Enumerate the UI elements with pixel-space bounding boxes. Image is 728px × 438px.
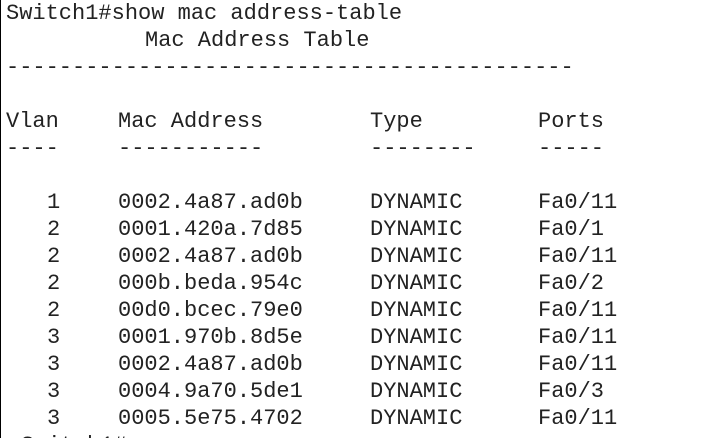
table-row: 2 0002.4a87.ad0b DYNAMIC Fa0/11 — [1, 243, 728, 270]
cell-port: Fa0/3 — [538, 379, 605, 404]
header-vlan: Vlan — [6, 109, 59, 134]
cell-vlan: 3 — [47, 352, 61, 377]
rule-ports: ----- — [538, 136, 605, 161]
cell-type: DYNAMIC — [370, 190, 463, 215]
cell-port: Fa0/11 — [538, 406, 618, 431]
header-mac-address: Mac Address — [118, 109, 264, 134]
command-line: Switch1#show mac address-table — [6, 1, 403, 26]
cell-port: Fa0/2 — [538, 271, 605, 296]
header-rule-row: ---- ----------- -------- ----- — [1, 135, 728, 162]
cell-vlan: 2 — [47, 298, 61, 323]
terminal-window[interactable]: Switch1#show mac address-table Mac Addre… — [0, 0, 728, 438]
cell-port: Fa0/1 — [538, 217, 605, 242]
cell-mac-address: 0001.970b.8d5e — [118, 325, 303, 350]
rule-mac-address: ----------- — [118, 136, 264, 161]
cell-mac-address: 0002.4a87.ad0b — [118, 244, 303, 269]
table-title: Mac Address Table — [145, 28, 370, 53]
cell-type: DYNAMIC — [370, 379, 463, 404]
cell-port: Fa0/11 — [538, 244, 618, 269]
cell-type: DYNAMIC — [370, 244, 463, 269]
cell-port: Fa0/11 — [538, 325, 618, 350]
table-row: 3 0004.9a70.5de1 DYNAMIC Fa0/3 — [1, 378, 728, 405]
cell-type: DYNAMIC — [370, 352, 463, 377]
cell-mac-address: 0002.4a87.ad0b — [118, 352, 303, 377]
cell-vlan: 1 — [47, 190, 61, 215]
cell-mac-address: 0005.5e75.4702 — [118, 406, 303, 431]
header-row: Vlan Mac Address Type Ports — [1, 108, 728, 135]
cell-port: Fa0/11 — [538, 352, 618, 377]
cell-vlan: 2 — [47, 217, 61, 242]
rule-vlan: ---- — [6, 136, 59, 161]
cell-type: DYNAMIC — [370, 271, 463, 296]
cell-type: DYNAMIC — [370, 217, 463, 242]
cell-type: DYNAMIC — [370, 406, 463, 431]
cell-vlan: 3 — [47, 406, 61, 431]
cell-vlan: 2 — [47, 271, 61, 296]
cell-vlan: 3 — [47, 325, 61, 350]
cell-mac-address: 0001.420a.7d85 — [118, 217, 303, 242]
cell-mac-address: 0004.9a70.5de1 — [118, 379, 303, 404]
cell-vlan: 2 — [47, 244, 61, 269]
cell-mac-address: 0002.4a87.ad0b — [118, 190, 303, 215]
cell-type: DYNAMIC — [370, 325, 463, 350]
cell-mac-address: 000b.beda.954c — [118, 271, 303, 296]
table-row: 2 00d0.bcec.79e0 DYNAMIC Fa0/11 — [1, 297, 728, 324]
table-row: 2 0001.420a.7d85 DYNAMIC Fa0/1 — [1, 216, 728, 243]
cell-port: Fa0/11 — [538, 190, 618, 215]
cell-mac-address: 00d0.bcec.79e0 — [118, 298, 303, 323]
next-prompt-partial: Switch1# — [21, 432, 127, 438]
table-row: 2 000b.beda.954c DYNAMIC Fa0/2 — [1, 270, 728, 297]
header-ports: Ports — [538, 109, 605, 134]
cell-vlan: 3 — [47, 379, 61, 404]
title-rule: ----------------------------------------… — [6, 55, 574, 80]
table-row: 3 0002.4a87.ad0b DYNAMIC Fa0/11 — [1, 351, 728, 378]
table-row: 3 0001.970b.8d5e DYNAMIC Fa0/11 — [1, 324, 728, 351]
cell-type: DYNAMIC — [370, 298, 463, 323]
rule-type: -------- — [370, 136, 476, 161]
table-row: 3 0005.5e75.4702 DYNAMIC Fa0/11 — [1, 405, 728, 432]
cell-port: Fa0/11 — [538, 298, 618, 323]
header-type: Type — [370, 109, 423, 134]
table-row: 1 0002.4a87.ad0b DYNAMIC Fa0/11 — [1, 189, 728, 216]
